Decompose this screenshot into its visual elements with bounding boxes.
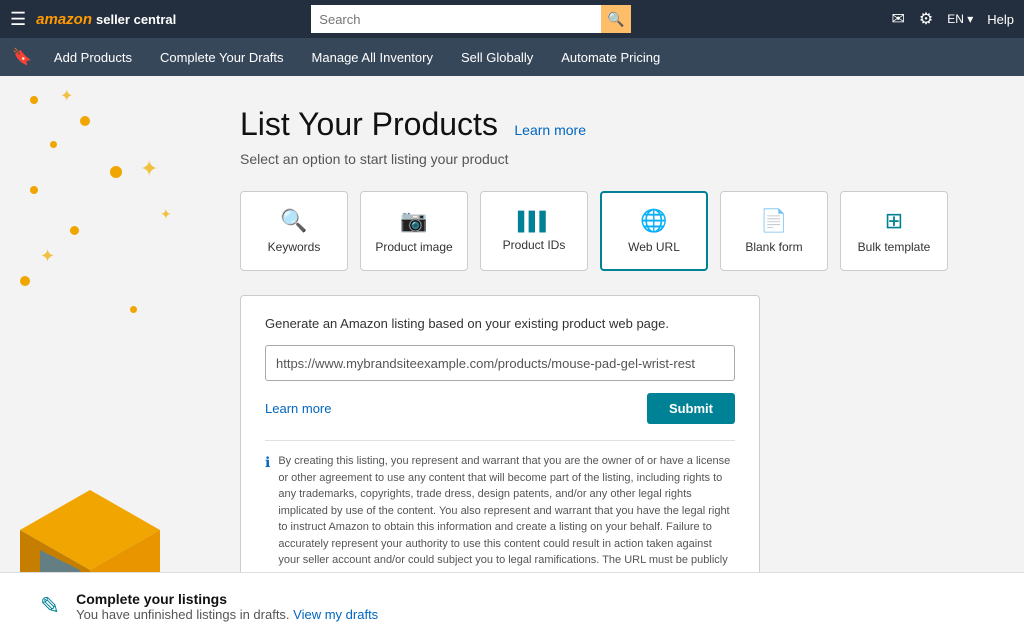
product-ids-icon: ▌▌▌ xyxy=(518,211,550,232)
web-url-icon: 🌐 xyxy=(640,208,667,234)
form-description: Generate an Amazon listing based on your… xyxy=(265,316,735,331)
blank-form-icon: 📄 xyxy=(760,208,787,234)
deco-star: ✦ xyxy=(40,246,55,267)
deco-dot xyxy=(80,116,90,126)
top-bar: ☰ amazon seller central 🔍 ✉ ⚙ EN ▾ Help xyxy=(0,0,1024,38)
bulk-template-icon: ⊞ xyxy=(885,208,903,234)
banner-title: Complete your listings xyxy=(76,591,378,607)
bottom-banner: ✎ Complete your listings You have unfini… xyxy=(0,572,1024,640)
deco-dot xyxy=(30,186,38,194)
logo: amazon seller central xyxy=(36,11,176,28)
search-input[interactable] xyxy=(311,5,600,33)
draft-icon: ✎ xyxy=(40,592,60,621)
option-product-ids[interactable]: ▌▌▌ Product IDs xyxy=(480,191,588,271)
disclaimer-text: By creating this listing, you represent … xyxy=(278,453,735,585)
deco-dot xyxy=(70,226,79,235)
sidebar-item-sell-globally[interactable]: Sell Globally xyxy=(447,38,547,76)
nav-bar: 🔖 Add Products Complete Your Drafts Mana… xyxy=(0,38,1024,76)
product-image-icon: 📷 xyxy=(400,208,427,234)
sidebar-item-add-products[interactable]: Add Products xyxy=(40,38,146,76)
top-bar-right: ✉ ⚙ EN ▾ Help xyxy=(891,9,1014,29)
deco-star: ✦ xyxy=(60,86,73,106)
deco-dot xyxy=(110,166,122,178)
search-container: 🔍 xyxy=(311,5,631,33)
bookmark-icon: 🔖 xyxy=(12,47,32,67)
help-link[interactable]: Help xyxy=(987,12,1014,27)
submit-button[interactable]: Submit xyxy=(647,393,735,424)
deco-dot xyxy=(20,276,30,286)
product-ids-label: Product IDs xyxy=(503,238,566,252)
banner-subtitle: You have unfinished listings in drafts. … xyxy=(76,607,378,622)
sidebar-item-complete-drafts[interactable]: Complete Your Drafts xyxy=(146,38,298,76)
bulk-template-label: Bulk template xyxy=(858,240,931,254)
seller-central-text: seller central xyxy=(96,12,176,27)
settings-icon[interactable]: ⚙ xyxy=(919,9,933,29)
form-actions: Learn more Submit xyxy=(265,393,735,424)
form-learn-more-link[interactable]: Learn more xyxy=(265,401,331,416)
options-row: 🔍 Keywords 📷 Product image ▌▌▌ Product I… xyxy=(240,191,984,271)
banner-text: Complete your listings You have unfinish… xyxy=(76,591,378,622)
product-image-label: Product image xyxy=(375,240,452,254)
main-content: ✦ ✦ ✦ ✦ List Your Products Learn more Se… xyxy=(0,76,1024,640)
sidebar-item-manage-inventory[interactable]: Manage All Inventory xyxy=(298,38,447,76)
page-title: List Your Products xyxy=(240,106,498,142)
title-row: List Your Products Learn more xyxy=(240,106,984,143)
page-subtitle: Select an option to start listing your p… xyxy=(240,151,984,167)
deco-star: ✦ xyxy=(160,206,172,223)
deco-star: ✦ xyxy=(140,156,158,182)
keywords-label: Keywords xyxy=(268,240,321,254)
web-url-label: Web URL xyxy=(628,240,680,254)
learn-more-link[interactable]: Learn more xyxy=(514,122,586,138)
option-web-url[interactable]: 🌐 Web URL xyxy=(600,191,708,271)
banner-subtitle-text: You have unfinished listings in drafts. xyxy=(76,607,289,622)
disclaimer-section: ℹ By creating this listing, you represen… xyxy=(265,440,735,585)
info-icon: ℹ xyxy=(265,454,270,585)
url-input[interactable] xyxy=(265,345,735,381)
left-decoration: ✦ ✦ ✦ ✦ xyxy=(0,76,210,640)
option-blank-form[interactable]: 📄 Blank form xyxy=(720,191,828,271)
language-selector[interactable]: EN ▾ xyxy=(947,12,973,26)
mail-icon[interactable]: ✉ xyxy=(891,9,904,29)
sidebar-item-automate-pricing[interactable]: Automate Pricing xyxy=(547,38,674,76)
amazon-logo-text: amazon xyxy=(36,11,92,28)
content-area: List Your Products Learn more Select an … xyxy=(210,76,1024,640)
search-button[interactable]: 🔍 xyxy=(601,5,632,33)
deco-dot xyxy=(130,306,137,313)
view-drafts-link[interactable]: View my drafts xyxy=(293,607,378,622)
hamburger-icon[interactable]: ☰ xyxy=(10,9,26,30)
keywords-icon: 🔍 xyxy=(280,208,307,234)
web-url-form: Generate an Amazon listing based on your… xyxy=(240,295,760,606)
option-bulk-template[interactable]: ⊞ Bulk template xyxy=(840,191,948,271)
option-product-image[interactable]: 📷 Product image xyxy=(360,191,468,271)
deco-dot xyxy=(30,96,38,104)
blank-form-label: Blank form xyxy=(745,240,802,254)
option-keywords[interactable]: 🔍 Keywords xyxy=(240,191,348,271)
deco-dot xyxy=(50,141,57,148)
